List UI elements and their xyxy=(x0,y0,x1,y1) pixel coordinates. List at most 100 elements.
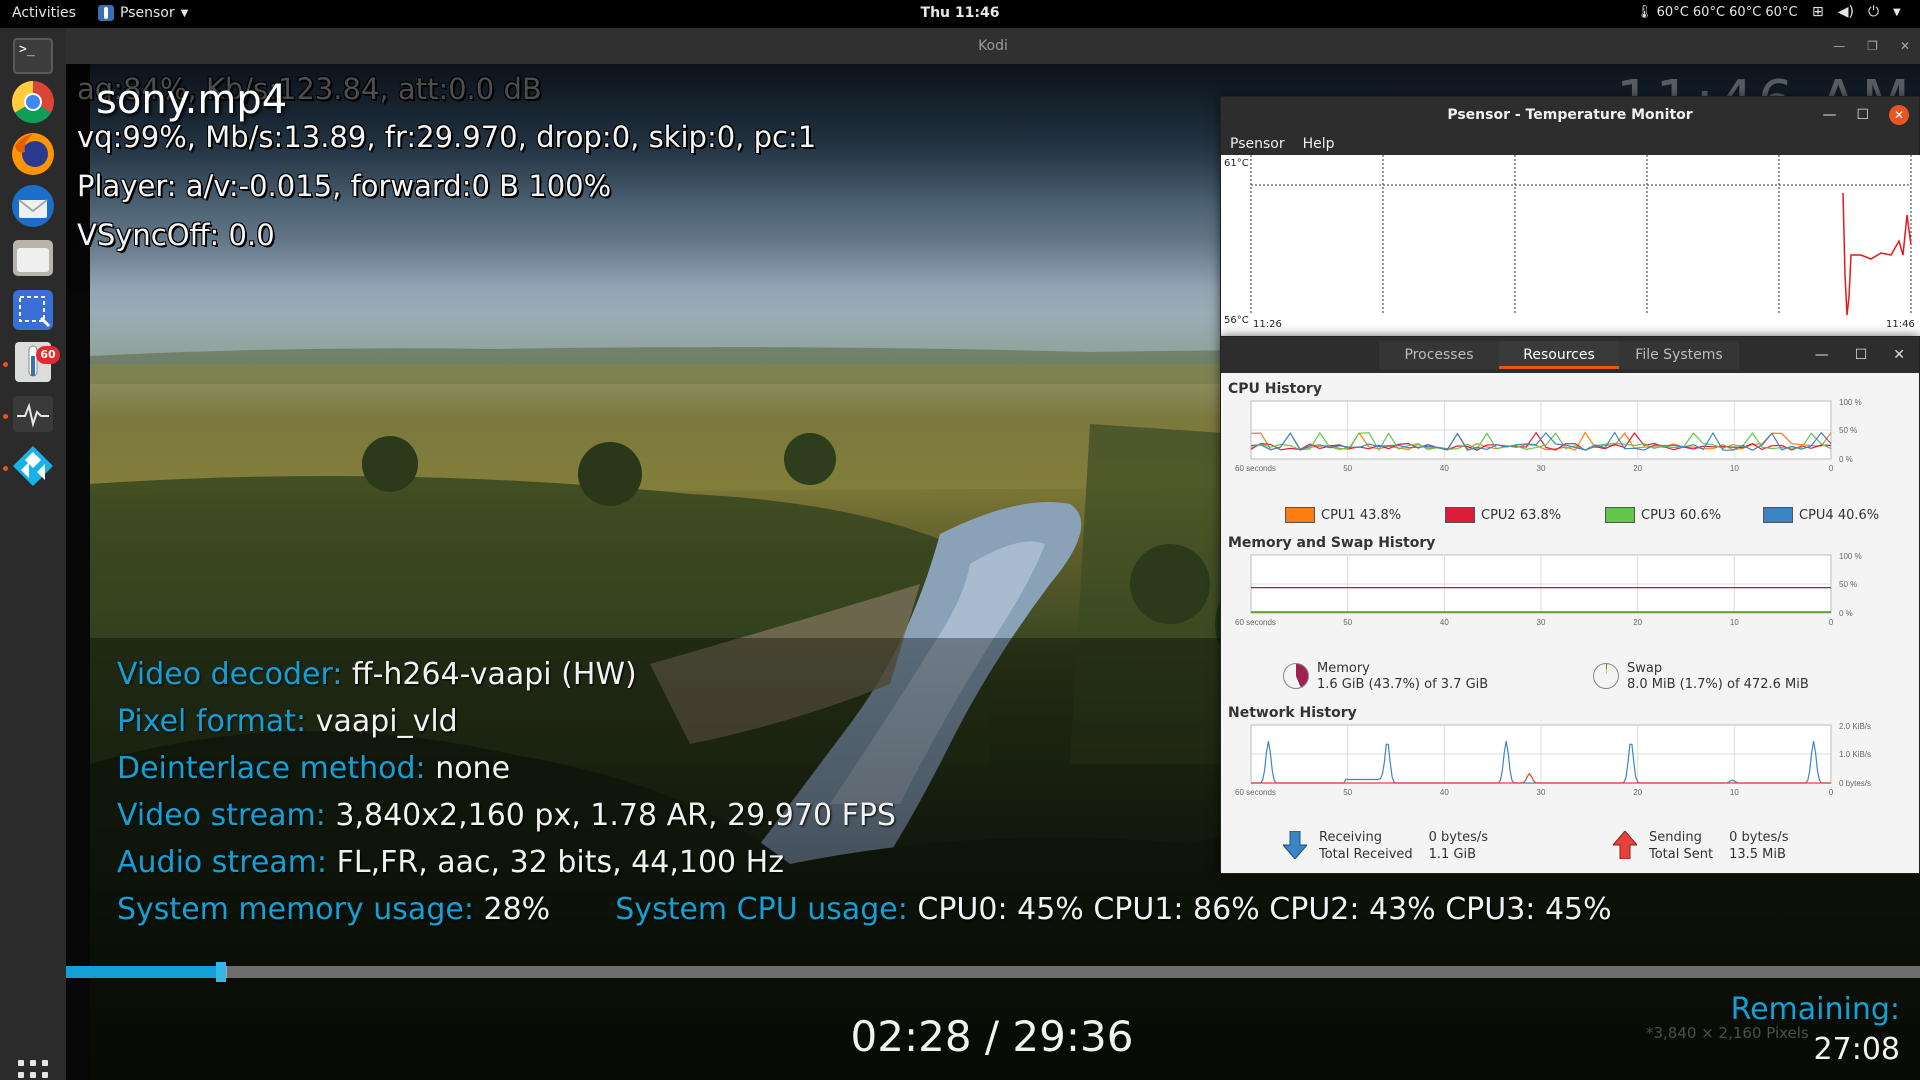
restore-icon[interactable]: ❐ xyxy=(1867,28,1878,64)
info-value: none xyxy=(435,751,511,786)
network-history-graph: 60 seconds 50 40 30 20 10 0 2.0 KiB/s 1.0 KiB/s 0… xyxy=(1235,723,1871,797)
menu-psensor[interactable]: Psensor xyxy=(1230,133,1285,155)
legend-cpu2[interactable]: CPU2 63.8% xyxy=(1445,507,1561,523)
info-value: CPU0: 45% CPU1: 86% CPU2: 43% CPU3: 45% xyxy=(917,892,1612,927)
maximize-icon[interactable]: ☐ xyxy=(1855,337,1868,373)
download-arrow-icon[interactable] xyxy=(1283,831,1307,859)
info-label: System memory usage: xyxy=(117,892,474,927)
psensor-titlebar[interactable]: Psensor - Temperature Monitor — ☐ ✕ xyxy=(1221,97,1919,133)
minimize-icon[interactable]: — xyxy=(1815,337,1829,373)
receiving-value: 0 bytes/s xyxy=(1428,830,1489,845)
x-tick-label: 50 xyxy=(1343,464,1352,473)
dock-thunderbird[interactable] xyxy=(9,182,57,230)
total-received-label: Total Received xyxy=(1319,847,1413,862)
dock-files[interactable] xyxy=(9,234,57,282)
y-tick-label: 0 bytes/s xyxy=(1839,779,1871,788)
x-tick-label: 20 xyxy=(1633,788,1642,797)
y-tick-label: 1.0 KiB/s xyxy=(1839,750,1871,759)
x-tick-label: 30 xyxy=(1537,464,1546,473)
swap-pie-icon[interactable] xyxy=(1593,663,1619,689)
clock[interactable]: Thu 11:46 xyxy=(921,5,1000,21)
color-swatch[interactable] xyxy=(1285,507,1315,523)
info-label: Video stream: xyxy=(117,798,326,833)
activities-button[interactable]: Activities xyxy=(12,5,76,21)
x-end-label: 11:46 xyxy=(1886,319,1915,330)
sending-label: Sending xyxy=(1649,830,1702,845)
x-tick-label: 0 xyxy=(1829,788,1834,797)
temperature-indicator[interactable]: 🌡 60°C 60°C 60°C 60°C xyxy=(1636,5,1798,20)
show-applications-button[interactable] xyxy=(18,1060,48,1080)
x-tick-label: 60 seconds xyxy=(1235,618,1276,627)
legend-value: 43.8% xyxy=(1359,507,1402,523)
info-value: vaapi_vld xyxy=(315,704,458,739)
tab-resources[interactable]: Resources xyxy=(1499,341,1619,369)
app-menu[interactable]: Psensor ▼ xyxy=(98,5,188,21)
y-tick-label: 50 % xyxy=(1839,580,1857,589)
memory-history-graph: 60 seconds 50 40 30 20 10 0 100 % 50 % 0 % xyxy=(1235,553,1862,627)
close-icon[interactable]: ✕ xyxy=(1889,105,1909,125)
system-monitor-headerbar[interactable]: Processes Resources File Systems — ☐ ✕ xyxy=(1221,337,1919,373)
total-sent-label: Total Sent xyxy=(1649,847,1714,862)
network-icon: ⊞ xyxy=(1812,4,1824,20)
dock-kodi[interactable] xyxy=(9,442,57,490)
x-tick-label: 30 xyxy=(1537,788,1546,797)
firefox-icon xyxy=(12,133,54,175)
dock-screenshot[interactable] xyxy=(9,286,57,334)
dock-system-monitor[interactable] xyxy=(9,390,57,438)
seek-bar[interactable] xyxy=(66,962,1920,982)
swap-summary: Swap 8.0 MiB (1.7%) of 472.6 MiB xyxy=(1593,661,1809,693)
file-title: sony.mp4 xyxy=(96,77,288,123)
temperature-graph: 61°C 56°C 11:26 11:46 xyxy=(1221,155,1920,337)
temperature-readings: 60°C 60°C 60°C 60°C xyxy=(1656,5,1798,20)
tab-processes[interactable]: Processes xyxy=(1379,341,1499,369)
screenshot-icon xyxy=(13,290,53,330)
menu-help[interactable]: Help xyxy=(1303,133,1335,155)
running-indicator xyxy=(3,362,8,367)
info-label: System CPU usage: xyxy=(615,892,908,927)
color-swatch[interactable] xyxy=(1445,507,1475,523)
minimize-icon[interactable]: — xyxy=(1822,97,1836,133)
kodi-icon xyxy=(13,446,53,486)
y-tick-label: 100 % xyxy=(1839,399,1862,407)
color-swatch[interactable] xyxy=(1763,507,1793,523)
dock-terminal[interactable]: >_ xyxy=(9,32,57,80)
close-icon[interactable]: ✕ xyxy=(1900,28,1910,64)
receiving-summary: Receiving Total Received 0 bytes/s 1.1 G… xyxy=(1283,829,1504,863)
kodi-titlebar[interactable]: Kodi — ❐ ✕ xyxy=(66,28,1920,64)
seek-bar-handle[interactable] xyxy=(215,962,226,982)
info-label: Pixel format: xyxy=(117,704,307,739)
dock-chrome[interactable] xyxy=(9,78,57,126)
maximize-icon[interactable]: ☐ xyxy=(1856,97,1869,133)
debug-player-line: Player: a/v:-0.015, forward:0 B 100% xyxy=(77,169,612,203)
color-swatch[interactable] xyxy=(1605,507,1635,523)
legend-cpu4[interactable]: CPU4 40.6% xyxy=(1763,507,1879,523)
info-value: 28% xyxy=(483,892,551,927)
swap-value: 8.0 MiB (1.7%) of 472.6 MiB xyxy=(1627,677,1809,692)
legend-cpu1[interactable]: CPU1 43.8% xyxy=(1285,507,1401,523)
memory-pie-icon[interactable] xyxy=(1283,663,1309,689)
upload-arrow-icon[interactable] xyxy=(1613,831,1637,859)
legend-cpu3[interactable]: CPU3 60.6% xyxy=(1605,507,1721,523)
x-tick-label: 20 xyxy=(1633,464,1642,473)
audio-stream-line: Audio stream: FL,FR, aac, 32 bits, 44,10… xyxy=(117,845,784,880)
seek-bar-progress xyxy=(66,966,221,978)
legend-value: 63.8% xyxy=(1519,507,1562,523)
swap-label: Swap xyxy=(1627,661,1663,676)
minimize-icon[interactable]: — xyxy=(1833,28,1845,64)
network-history-title: Network History xyxy=(1228,705,1357,721)
x-tick-label: 50 xyxy=(1343,618,1352,627)
info-value: ff-h264-vaapi (HW) xyxy=(351,657,637,692)
thunderbird-icon xyxy=(12,185,54,227)
x-tick-label: 50 xyxy=(1343,788,1352,797)
sending-value: 0 bytes/s xyxy=(1729,830,1789,845)
window-title: Kodi xyxy=(978,38,1008,54)
running-indicator xyxy=(3,414,8,419)
chrome-icon xyxy=(11,81,54,124)
dock-firefox[interactable] xyxy=(9,130,57,178)
tab-file-systems[interactable]: File Systems xyxy=(1619,341,1739,369)
legend-label: CPU3 xyxy=(1641,507,1676,523)
psensor-icon xyxy=(98,5,114,21)
system-tray[interactable]: ⊞ ◀) ⏻ ▼ xyxy=(1812,4,1901,22)
close-icon[interactable]: ✕ xyxy=(1893,337,1905,373)
legend-value: 40.6% xyxy=(1837,507,1880,523)
